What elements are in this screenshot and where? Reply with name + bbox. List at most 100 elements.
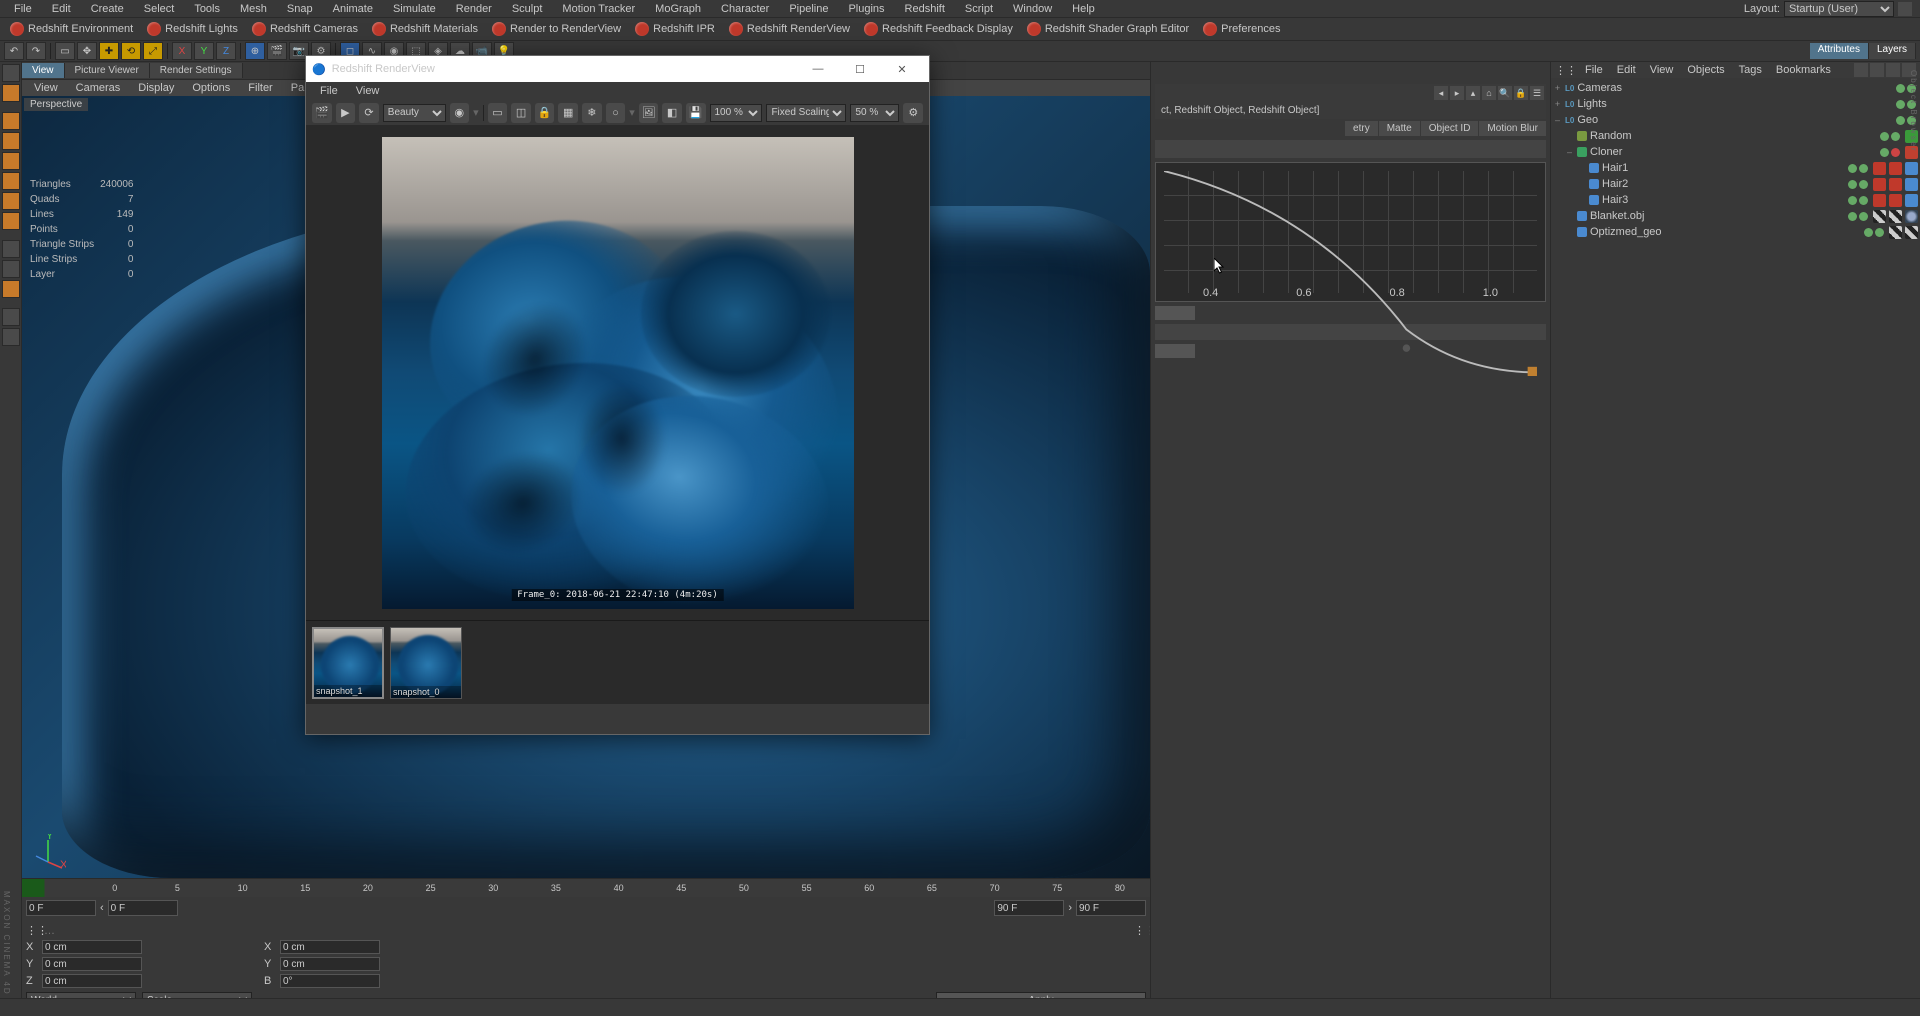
menu-tools[interactable]: Tools — [184, 1, 230, 17]
attr-up-icon[interactable]: ▴ — [1466, 86, 1480, 100]
tree-toggle-icon[interactable]: – — [1565, 147, 1574, 157]
tab-layers[interactable]: Layers — [1869, 43, 1916, 59]
rs-ipr[interactable]: Redshift IPR — [629, 20, 721, 38]
rv-menu-file[interactable]: File — [312, 83, 346, 99]
menu-window[interactable]: Window — [1003, 1, 1062, 17]
lock-x-icon[interactable]: X — [172, 42, 192, 60]
visibility-dot-icon[interactable] — [1859, 196, 1868, 205]
tree-toggle-icon[interactable]: + — [1553, 99, 1562, 109]
tree-toggle-icon[interactable]: + — [1553, 83, 1562, 93]
vmenu-view[interactable]: View — [26, 81, 66, 95]
rv-play-icon[interactable]: ▶ — [336, 103, 356, 123]
tree-item-cameras[interactable]: +L0Cameras — [1553, 80, 1918, 96]
menu-pipeline[interactable]: Pipeline — [779, 1, 838, 17]
visibility-dot-icon[interactable] — [1880, 148, 1889, 157]
tool-model[interactable] — [2, 112, 20, 130]
visibility-dot-icon[interactable] — [1859, 164, 1868, 173]
object-tag-icon[interactable] — [1905, 210, 1918, 223]
menu-select[interactable]: Select — [134, 1, 185, 17]
menu-script[interactable]: Script — [955, 1, 1003, 17]
lock-z-icon[interactable]: Z — [216, 42, 236, 60]
object-tag-icon[interactable] — [1873, 178, 1886, 191]
visibility-dot-icon[interactable] — [1848, 212, 1857, 221]
visibility-dot-icon[interactable] — [1896, 116, 1905, 125]
obj-filter-icon[interactable] — [1870, 63, 1884, 77]
tree-item-hair1[interactable]: Hair1 — [1553, 160, 1918, 176]
rv-titlebar[interactable]: 🔵 Redshift RenderView — ☐ ✕ — [306, 56, 929, 82]
menu-snap[interactable]: Snap — [277, 1, 323, 17]
move-icon[interactable]: ✥ — [77, 42, 97, 60]
window-close-icon[interactable]: ✕ — [881, 56, 923, 82]
subtab-motion-blur[interactable]: Motion Blur — [1479, 121, 1546, 136]
object-tag-icon[interactable] — [1905, 162, 1918, 175]
rv-grid-icon[interactable]: ▦ — [558, 103, 578, 123]
rv-snapshot-icon[interactable]: 🖼 — [639, 103, 659, 123]
frame-start-input[interactable] — [26, 900, 96, 916]
coord-pos-input[interactable] — [42, 940, 142, 954]
tool-axis[interactable] — [2, 260, 20, 278]
range-end-input[interactable] — [994, 900, 1064, 916]
object-tree[interactable]: +L0Cameras+L0Lights–L0GeoRandom–ClonerHa… — [1551, 78, 1920, 998]
cross-icon[interactable]: ✚ — [99, 42, 119, 60]
tree-item-hair2[interactable]: Hair2 — [1553, 176, 1918, 192]
visibility-dot-icon[interactable] — [1875, 228, 1884, 237]
rs-materials[interactable]: Redshift Materials — [366, 20, 484, 38]
layout-dropdown[interactable]: Startup (User) — [1784, 1, 1894, 17]
attr-fwd-icon[interactable]: ▸ — [1450, 86, 1464, 100]
object-tag-icon[interactable] — [1873, 194, 1886, 207]
object-tag-icon[interactable] — [1873, 162, 1886, 175]
rv-compare-icon[interactable]: ◧ — [662, 103, 682, 123]
tool-soft[interactable] — [2, 280, 20, 298]
tool-point[interactable] — [2, 172, 20, 190]
attr-dropdown-1[interactable] — [1155, 140, 1546, 158]
undo-icon[interactable]: ↶ — [4, 42, 24, 60]
tool-misc1[interactable] — [2, 308, 20, 326]
visibility-dot-icon[interactable] — [1864, 228, 1873, 237]
coord-size-input[interactable] — [280, 957, 380, 971]
snapshot-thumb-1[interactable]: snapshot_1 — [312, 627, 384, 699]
tree-toggle-icon[interactable]: – — [1553, 115, 1562, 125]
tool-cube-orange[interactable] — [2, 84, 20, 102]
menu-edit[interactable]: Edit — [42, 1, 81, 17]
object-tag-icon[interactable] — [1889, 194, 1902, 207]
obj-menu-view[interactable]: View — [1644, 63, 1680, 77]
window-maximize-icon[interactable]: ☐ — [839, 56, 881, 82]
visibility-dot-icon[interactable] — [1859, 212, 1868, 221]
attr-search-icon[interactable]: 🔍 — [1498, 86, 1512, 100]
tree-item-lights[interactable]: +L0Lights — [1553, 96, 1918, 112]
visibility-dot-icon[interactable] — [1848, 164, 1857, 173]
subtab-matte[interactable]: Matte — [1379, 121, 1420, 136]
obj-menu-tags[interactable]: Tags — [1733, 63, 1768, 77]
rv-shape-icon[interactable]: ○ — [606, 103, 626, 123]
rv-zoom-select[interactable]: 100 % — [710, 104, 763, 122]
rv-refresh-icon[interactable]: ⟳ — [359, 103, 379, 123]
tool-live-select[interactable] — [2, 64, 20, 82]
rs-feedback[interactable]: Redshift Feedback Display — [858, 20, 1019, 38]
object-tag-icon[interactable] — [1905, 226, 1918, 239]
rv-aov-select[interactable]: Beauty — [383, 104, 446, 122]
rv-canvas[interactable]: Frame_0: 2018-06-21 22:47:10 (4m:20s) — [306, 126, 929, 620]
menu-mesh[interactable]: Mesh — [230, 1, 277, 17]
coord-size-input[interactable] — [280, 974, 380, 988]
subtab-object-id[interactable]: Object ID — [1421, 121, 1479, 136]
subtab-geometry[interactable]: etry — [1345, 121, 1378, 136]
coord-pos-input[interactable] — [42, 957, 142, 971]
menu-create[interactable]: Create — [81, 1, 134, 17]
coord-pos-input[interactable] — [42, 974, 142, 988]
object-tag-icon[interactable] — [1873, 210, 1886, 223]
curve-graph[interactable]: 0.4 0.6 0.8 1.0 — [1155, 162, 1546, 302]
range-start-input[interactable] — [108, 900, 178, 916]
vmenu-cameras[interactable]: Cameras — [68, 81, 129, 95]
layout-config-icon[interactable] — [1898, 2, 1912, 16]
timeline-ruler[interactable]: 051015202530354045505560657075808590 — [22, 879, 1150, 897]
visibility-dot-icon[interactable] — [1896, 84, 1905, 93]
tool-edge[interactable] — [2, 192, 20, 210]
tree-item-optizmed-geo[interactable]: Optizmed_geo — [1553, 224, 1918, 240]
visibility-dot-icon[interactable] — [1848, 196, 1857, 205]
object-tag-icon[interactable] — [1889, 210, 1902, 223]
rs-render-to-rv[interactable]: Render to RenderView — [486, 20, 627, 38]
tool-texture[interactable] — [2, 132, 20, 150]
rv-menu-view[interactable]: View — [348, 83, 388, 99]
menu-redshift[interactable]: Redshift — [895, 1, 955, 17]
menu-plugins[interactable]: Plugins — [838, 1, 894, 17]
